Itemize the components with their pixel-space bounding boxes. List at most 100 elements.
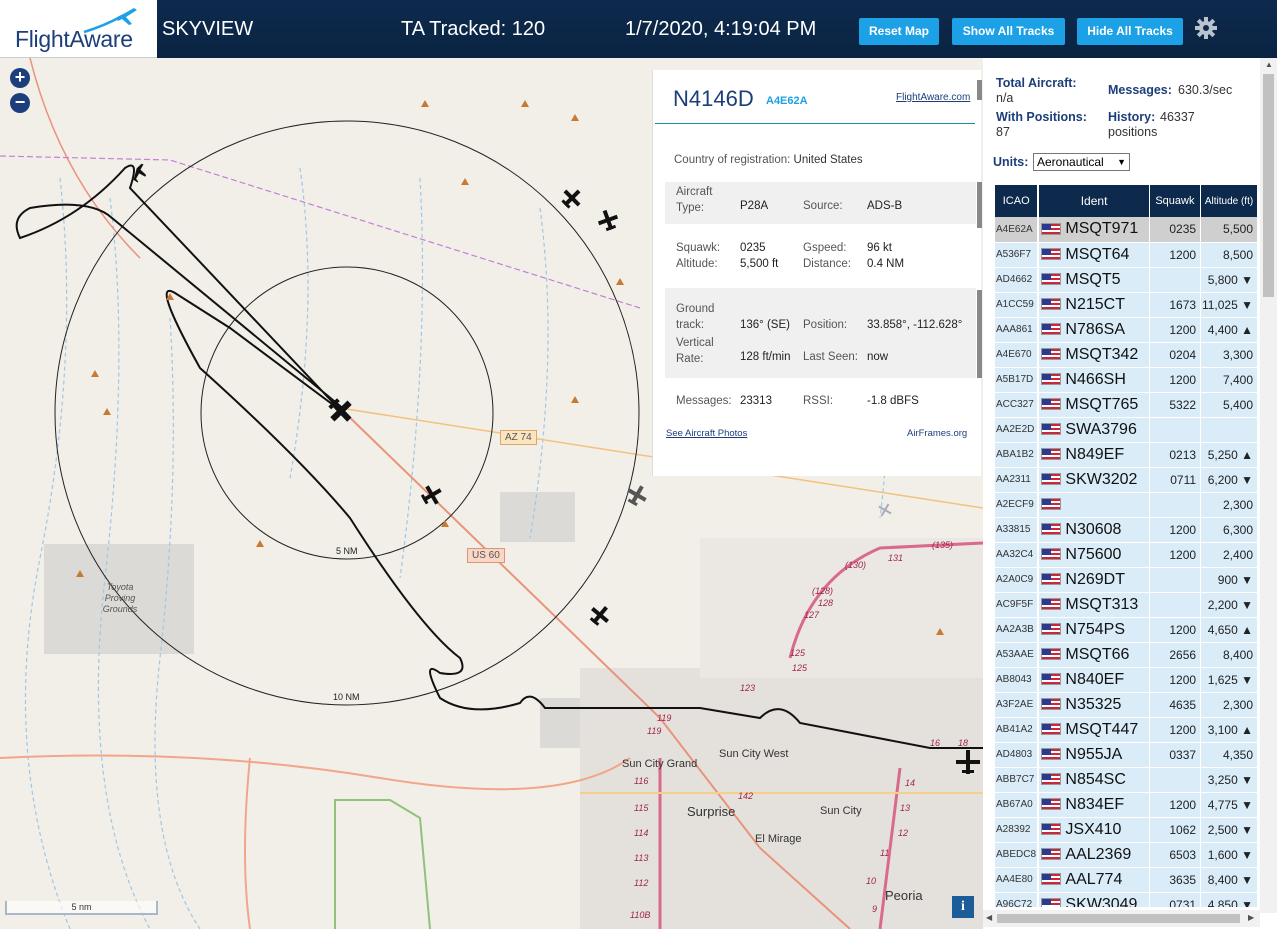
rssi-label: RSSI: xyxy=(803,395,834,407)
table-row[interactable]: A5B17D N466SH 1200 7,400 xyxy=(995,367,1258,393)
scroll-up-arrow-icon[interactable]: ▲ xyxy=(1265,60,1273,69)
us-flag-icon xyxy=(1041,648,1062,661)
table-row[interactable]: A4E62A MSQT971 0235 5,500 xyxy=(995,217,1258,243)
table-header-row: ICAO Ident Squawk Altitude (ft) xyxy=(995,185,1258,217)
table-row[interactable]: AD4662 MSQT5 5,800 ▼ xyxy=(995,267,1258,293)
table-row[interactable]: A3F2AE N35325 4635 2,300 xyxy=(995,692,1258,718)
table-row[interactable]: A33815 N30608 1200 6,300 xyxy=(995,517,1258,543)
altitude-cell: 4,650 ▲ xyxy=(1200,617,1258,643)
scroll-left-arrow-icon[interactable]: ◀ xyxy=(986,913,992,922)
altitude-cell: 1,625 ▼ xyxy=(1200,667,1258,693)
flightaware-logo[interactable]: FlightAware xyxy=(0,0,157,58)
selected-aircraft-panel: N4146D A4E62A FlightAware.com Country of… xyxy=(652,70,981,476)
table-row[interactable]: ACC327 MSQT765 5322 5,400 xyxy=(995,392,1258,418)
altitude-cell: 6,300 xyxy=(1200,517,1258,543)
col-header-ident[interactable]: Ident xyxy=(1038,185,1150,217)
icao-cell: ABB7C7 xyxy=(995,767,1039,793)
ident-cell: N754PS xyxy=(1038,617,1150,643)
table-row[interactable]: ABA1B2 N849EF 0213 5,250 ▲ xyxy=(995,442,1258,468)
vertical-scroll-thumb[interactable] xyxy=(1263,74,1274,297)
altitude-cell: 8,500 xyxy=(1200,242,1258,268)
table-row[interactable]: AA4E80 AAL774 3635 8,400 ▼ xyxy=(995,867,1258,893)
aircraft-table-wrapper: ICAO Ident Squawk Altitude (ft) A4E62A MS… xyxy=(995,185,1258,907)
country-label: Country of registration: xyxy=(674,154,791,166)
messages-value: 23313 xyxy=(740,395,772,407)
icao-cell: A2A0C9 xyxy=(995,567,1039,593)
table-row[interactable]: A2ECF9 2,300 xyxy=(995,492,1258,518)
col-header-altitude[interactable]: Altitude (ft) xyxy=(1200,185,1258,217)
ident-cell: N849EF xyxy=(1038,442,1150,468)
zoom-out-button[interactable]: − xyxy=(10,93,30,113)
ident-cell: MSQT64 xyxy=(1038,242,1150,268)
table-row[interactable]: AB41A2 MSQT447 1200 3,100 ▲ xyxy=(995,717,1258,743)
aircraft-photos-link[interactable]: See Aircraft Photos xyxy=(666,428,747,439)
reset-map-button[interactable]: Reset Map xyxy=(859,18,939,45)
airframes-link[interactable]: AirFrames.org xyxy=(907,428,967,439)
aircraft-table: ICAO Ident Squawk Altitude (ft) A4E62A MS… xyxy=(995,185,1258,907)
ident-cell: N840EF xyxy=(1038,667,1150,693)
gspeed-label: Gspeed: xyxy=(803,242,847,254)
table-row[interactable]: A536F7 MSQT64 1200 8,500 xyxy=(995,242,1258,268)
vertical-rate-label: Vertical Rate: xyxy=(676,337,714,365)
vertical-scrollbar[interactable]: ▲ xyxy=(1260,58,1277,913)
ident-cell: AAL2369 xyxy=(1038,842,1150,868)
icao-cell: AC9F5F xyxy=(995,592,1039,618)
col-header-icao[interactable]: ICAO xyxy=(995,185,1039,217)
table-row[interactable]: AA2E2D SWA3796 xyxy=(995,417,1258,443)
place-label-surprise: Surprise xyxy=(687,804,736,819)
scroll-right-arrow-icon[interactable]: ▶ xyxy=(1248,913,1254,922)
table-row[interactable]: AC9F5F MSQT313 2,200 ▼ xyxy=(995,592,1258,618)
ident-text: N30608 xyxy=(1065,520,1122,538)
table-row[interactable]: ABB7C7 N854SC 3,250 ▼ xyxy=(995,767,1258,793)
table-row[interactable]: A28392 JSX410 1062 2,500 ▼ xyxy=(995,817,1258,843)
us-flag-icon xyxy=(1041,323,1062,336)
table-row[interactable]: A2A0C9 N269DT 900 ▼ xyxy=(995,567,1258,593)
table-row[interactable]: AAA861 N786SA 1200 4,400 ▲ xyxy=(995,317,1258,343)
ident-text: N75600 xyxy=(1065,545,1122,563)
col-header-squawk[interactable]: Squawk xyxy=(1149,185,1202,217)
table-row[interactable]: ABEDC8 AAL2369 6503 1,600 ▼ xyxy=(995,842,1258,868)
ident-text: MSQT971 xyxy=(1065,220,1139,238)
us-flag-icon xyxy=(1041,623,1062,636)
route-number-label: 125 xyxy=(792,663,808,673)
panel-scroll-indicator xyxy=(977,290,982,378)
icao-cell: A3F2AE xyxy=(995,692,1039,718)
us-flag-icon xyxy=(1041,523,1062,536)
map-info-button[interactable]: i xyxy=(952,896,974,918)
squawk-cell xyxy=(1149,767,1202,793)
hide-all-tracks-button[interactable]: Hide All Tracks xyxy=(1077,18,1183,45)
place-label-sun-city-west: Sun City West xyxy=(719,748,789,760)
horizontal-scroll-thumb[interactable] xyxy=(997,914,1240,923)
units-select[interactable]: Aeronautical xyxy=(1033,153,1130,171)
show-all-tracks-button[interactable]: Show All Tracks xyxy=(952,18,1065,45)
squawk-cell: 0711 xyxy=(1149,467,1202,493)
route-number-label: 119 xyxy=(657,713,672,723)
table-row[interactable]: AA2A3B N754PS 1200 4,650 ▲ xyxy=(995,617,1258,643)
zoom-in-button[interactable]: + xyxy=(10,68,30,88)
table-row[interactable]: A4E670 MSQT342 0204 3,300 xyxy=(995,342,1258,368)
route-number-label: 12 xyxy=(898,828,909,838)
table-row[interactable]: AA2311 SKW3202 0711 6,200 ▼ xyxy=(995,467,1258,493)
squawk-cell: 5322 xyxy=(1149,392,1202,418)
table-row[interactable]: A96C72 SKW3049 0731 4,850 ▼ xyxy=(995,892,1258,907)
table-row[interactable]: A1CC59 N215CT 1673 11,025 ▼ xyxy=(995,292,1258,318)
table-row[interactable]: A53AAE MSQT66 2656 8,400 xyxy=(995,642,1258,668)
altitude-cell: 1,600 ▼ xyxy=(1200,842,1258,868)
icao-cell: A53AAE xyxy=(995,642,1039,668)
table-row[interactable]: AA32C4 N75600 1200 2,400 xyxy=(995,542,1258,568)
table-row[interactable]: AB67A0 N834EF 1200 4,775 ▼ xyxy=(995,792,1258,818)
flightaware-link[interactable]: FlightAware.com xyxy=(896,92,970,103)
ident-cell: N269DT xyxy=(1038,567,1150,593)
table-row[interactable]: AD4803 N955JA 0337 4,350 xyxy=(995,742,1258,768)
position-label: Position: xyxy=(803,319,848,331)
horizontal-scrollbar[interactable]: ◀ ▶ xyxy=(983,910,1260,927)
icao-cell: A4E670 xyxy=(995,342,1039,368)
us-flag-icon xyxy=(1041,548,1062,561)
ident-text: N786SA xyxy=(1065,320,1125,338)
us-flag-icon xyxy=(1041,423,1062,436)
top-header: FlightAware SKYVIEW TA Tracked: 120 1/7/… xyxy=(0,0,1277,58)
ident-cell: JSX410 xyxy=(1038,817,1150,843)
table-row[interactable]: AB8043 N840EF 1200 1,625 ▼ xyxy=(995,667,1258,693)
squawk-cell: 1200 xyxy=(1149,242,1202,268)
settings-gear-icon[interactable] xyxy=(1193,15,1219,41)
